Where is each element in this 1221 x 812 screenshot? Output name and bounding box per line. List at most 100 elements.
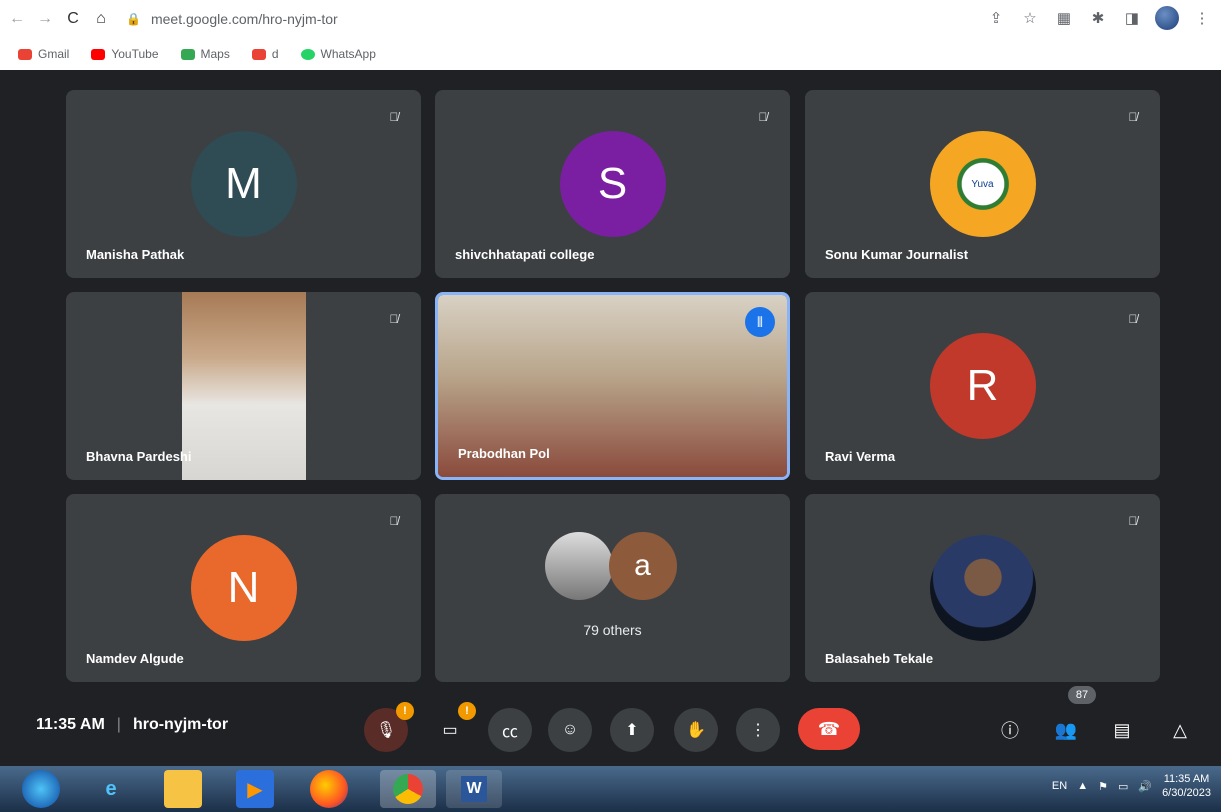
participant-tile-active-speaker[interactable]: ⦀ Prabodhan Pol — [435, 292, 790, 480]
participant-tile[interactable]: 🎙̸ M Manisha Pathak — [66, 90, 421, 278]
internet-explorer-icon[interactable]: e — [92, 770, 130, 808]
clock[interactable]: 11:35 AM 6/30/2023 — [1162, 772, 1211, 800]
chrome-taskbar-button[interactable] — [380, 770, 436, 808]
present-button[interactable]: ⬆ — [610, 708, 654, 752]
file-explorer-icon[interactable] — [164, 770, 202, 808]
forward-arrow-icon[interactable]: → — [34, 8, 56, 30]
participant-name: Manisha Pathak — [86, 247, 185, 262]
tray-expand-icon[interactable]: ▲ — [1077, 780, 1088, 792]
camera-warning-icon: ! — [458, 702, 476, 720]
meeting-code: hro-nyjm-tor — [132, 716, 229, 733]
participant-tile[interactable]: 🎙̸ Balasaheb Tekale — [805, 494, 1160, 682]
clock-time: 11:35 AM — [1163, 773, 1210, 785]
avatar: N — [190, 535, 297, 641]
browser-toolbar: ← → C ⌂ 🔒 meet.google.com/hro-nyjm-tor ⇪… — [0, 0, 1221, 38]
participant-name: Namdev Algude — [86, 651, 184, 666]
system-tray: EN ▲ ⚑ ▭ 🔊 11:35 AM 6/30/2023 — [1052, 772, 1211, 800]
captions-button[interactable]: ㏄ — [488, 708, 532, 752]
more-options-button[interactable]: ⋮ — [736, 708, 780, 752]
start-button-icon[interactable] — [22, 770, 60, 808]
mic-warning-icon: ! — [396, 702, 414, 720]
meeting-controls: 11:35 AM | hro-nyjm-tor 🎙 ! ▭ ! ㏄ ☺ ⬆ ✋ … — [0, 686, 1221, 766]
sidepanel-icon[interactable]: ◨ — [1121, 7, 1143, 29]
bookmark-gmail[interactable]: Gmail — [18, 47, 69, 61]
share-icon[interactable]: ⇪ — [985, 7, 1007, 29]
avatar: a — [608, 532, 677, 600]
whatsapp-icon — [300, 48, 315, 60]
avatar: R — [929, 333, 1036, 439]
mic-off-icon: 🎙̸ — [1128, 514, 1138, 528]
divider: | — [116, 716, 121, 733]
youtube-icon — [251, 48, 266, 60]
participant-tile[interactable]: 🎙̸ N Namdev Algude — [66, 494, 421, 682]
maps-icon — [180, 48, 195, 60]
avatar-photo — [929, 535, 1036, 641]
participant-name: Bhavna Pardeshi — [86, 449, 192, 464]
activities-icon[interactable]: △ — [1166, 716, 1194, 744]
lock-icon: 🔒 — [126, 12, 141, 26]
chrome-icon — [393, 774, 423, 804]
bookmark-youtube[interactable]: YouTube — [91, 47, 159, 61]
participant-name: shivchhatapati college — [455, 247, 595, 262]
mic-off-icon: 🎙̸ — [1128, 110, 1138, 124]
address-bar[interactable]: 🔒 meet.google.com/hro-nyjm-tor — [126, 6, 338, 32]
meeting-time: 11:35 AM — [36, 716, 105, 733]
participant-name: Ravi Verma — [825, 449, 896, 464]
bookmark-star-icon[interactable]: ☆ — [1019, 7, 1041, 29]
mic-off-icon: 🎙̸ — [389, 312, 399, 326]
mic-off-icon: 🎙̸ — [389, 110, 399, 124]
volume-icon[interactable]: 🔊 — [1138, 780, 1152, 793]
bookmark-d[interactable]: d — [251, 47, 279, 61]
extension-icon[interactable]: ▦ — [1053, 7, 1075, 29]
others-count: 79 others — [583, 622, 642, 638]
speaking-indicator-icon: ⦀ — [745, 307, 775, 337]
bookmark-maps[interactable]: Maps — [180, 47, 230, 61]
bookmarks-bar: Gmail YouTube Maps d WhatsApp — [0, 38, 1221, 70]
menu-kebab-icon[interactable]: ⋮ — [1191, 7, 1213, 29]
people-icon[interactable]: 👥 — [1052, 716, 1080, 744]
back-arrow-icon[interactable]: ← — [6, 8, 28, 30]
firefox-icon[interactable] — [310, 770, 348, 808]
others-tile[interactable]: a 79 others — [435, 494, 790, 682]
youtube-icon — [91, 48, 106, 60]
participant-tile[interactable]: 🎙̸ Bhavna Pardeshi — [66, 292, 421, 480]
word-taskbar-button[interactable]: W — [446, 770, 502, 808]
language-indicator[interactable]: EN — [1052, 780, 1067, 792]
url-text[interactable]: meet.google.com/hro-nyjm-tor — [151, 11, 338, 27]
meet-grid: 🎙̸ M Manisha Pathak 🎙̸ S shivchhatapati … — [0, 70, 1221, 766]
avatar: S — [559, 131, 666, 237]
network-icon[interactable]: ▭ — [1118, 780, 1128, 793]
mic-off-icon: 🎙̸ — [1128, 312, 1138, 326]
avatar: M — [190, 131, 297, 237]
mic-off-icon: 🎙̸ — [389, 514, 399, 528]
media-player-icon[interactable]: ▶ — [236, 770, 274, 808]
participant-tile[interactable]: 🎙̸ S shivchhatapati college — [435, 90, 790, 278]
flag-icon[interactable]: ⚑ — [1098, 780, 1108, 793]
avatar-logo: Yuva — [929, 131, 1036, 237]
participants-count-badge: 87 — [1068, 686, 1096, 704]
video-feed — [182, 292, 306, 480]
others-avatars: a — [544, 532, 677, 600]
avatar — [544, 532, 613, 600]
clock-date: 6/30/2023 — [1162, 787, 1211, 799]
leave-call-button[interactable]: ☎ — [798, 708, 860, 750]
puzzle-icon[interactable]: ✱ — [1087, 7, 1109, 29]
participant-name: Prabodhan Pol — [458, 446, 550, 461]
raise-hand-button[interactable]: ✋ — [674, 708, 718, 752]
mic-off-icon: 🎙̸ — [758, 110, 768, 124]
emoji-button[interactable]: ☺ — [548, 708, 592, 752]
info-icon[interactable]: ⓘ — [996, 716, 1024, 744]
home-icon[interactable]: ⌂ — [90, 8, 112, 30]
participant-name: Balasaheb Tekale — [825, 651, 934, 666]
participant-tile[interactable]: 🎙̸ R Ravi Verma — [805, 292, 1160, 480]
windows-taskbar: e ▶ W EN ▲ ⚑ ▭ 🔊 11:35 AM 6/30/2023 — [0, 766, 1221, 812]
participant-name: Sonu Kumar Journalist — [825, 247, 969, 262]
meeting-info: 11:35 AM | hro-nyjm-tor — [36, 716, 228, 734]
reload-icon[interactable]: C — [62, 8, 84, 30]
word-icon: W — [461, 776, 487, 802]
profile-avatar[interactable] — [1155, 6, 1179, 30]
participant-tile[interactable]: 🎙̸ Yuva Sonu Kumar Journalist — [805, 90, 1160, 278]
gmail-icon — [18, 48, 32, 60]
chat-icon[interactable]: ▤ — [1108, 716, 1136, 744]
bookmark-whatsapp[interactable]: WhatsApp — [300, 47, 376, 61]
